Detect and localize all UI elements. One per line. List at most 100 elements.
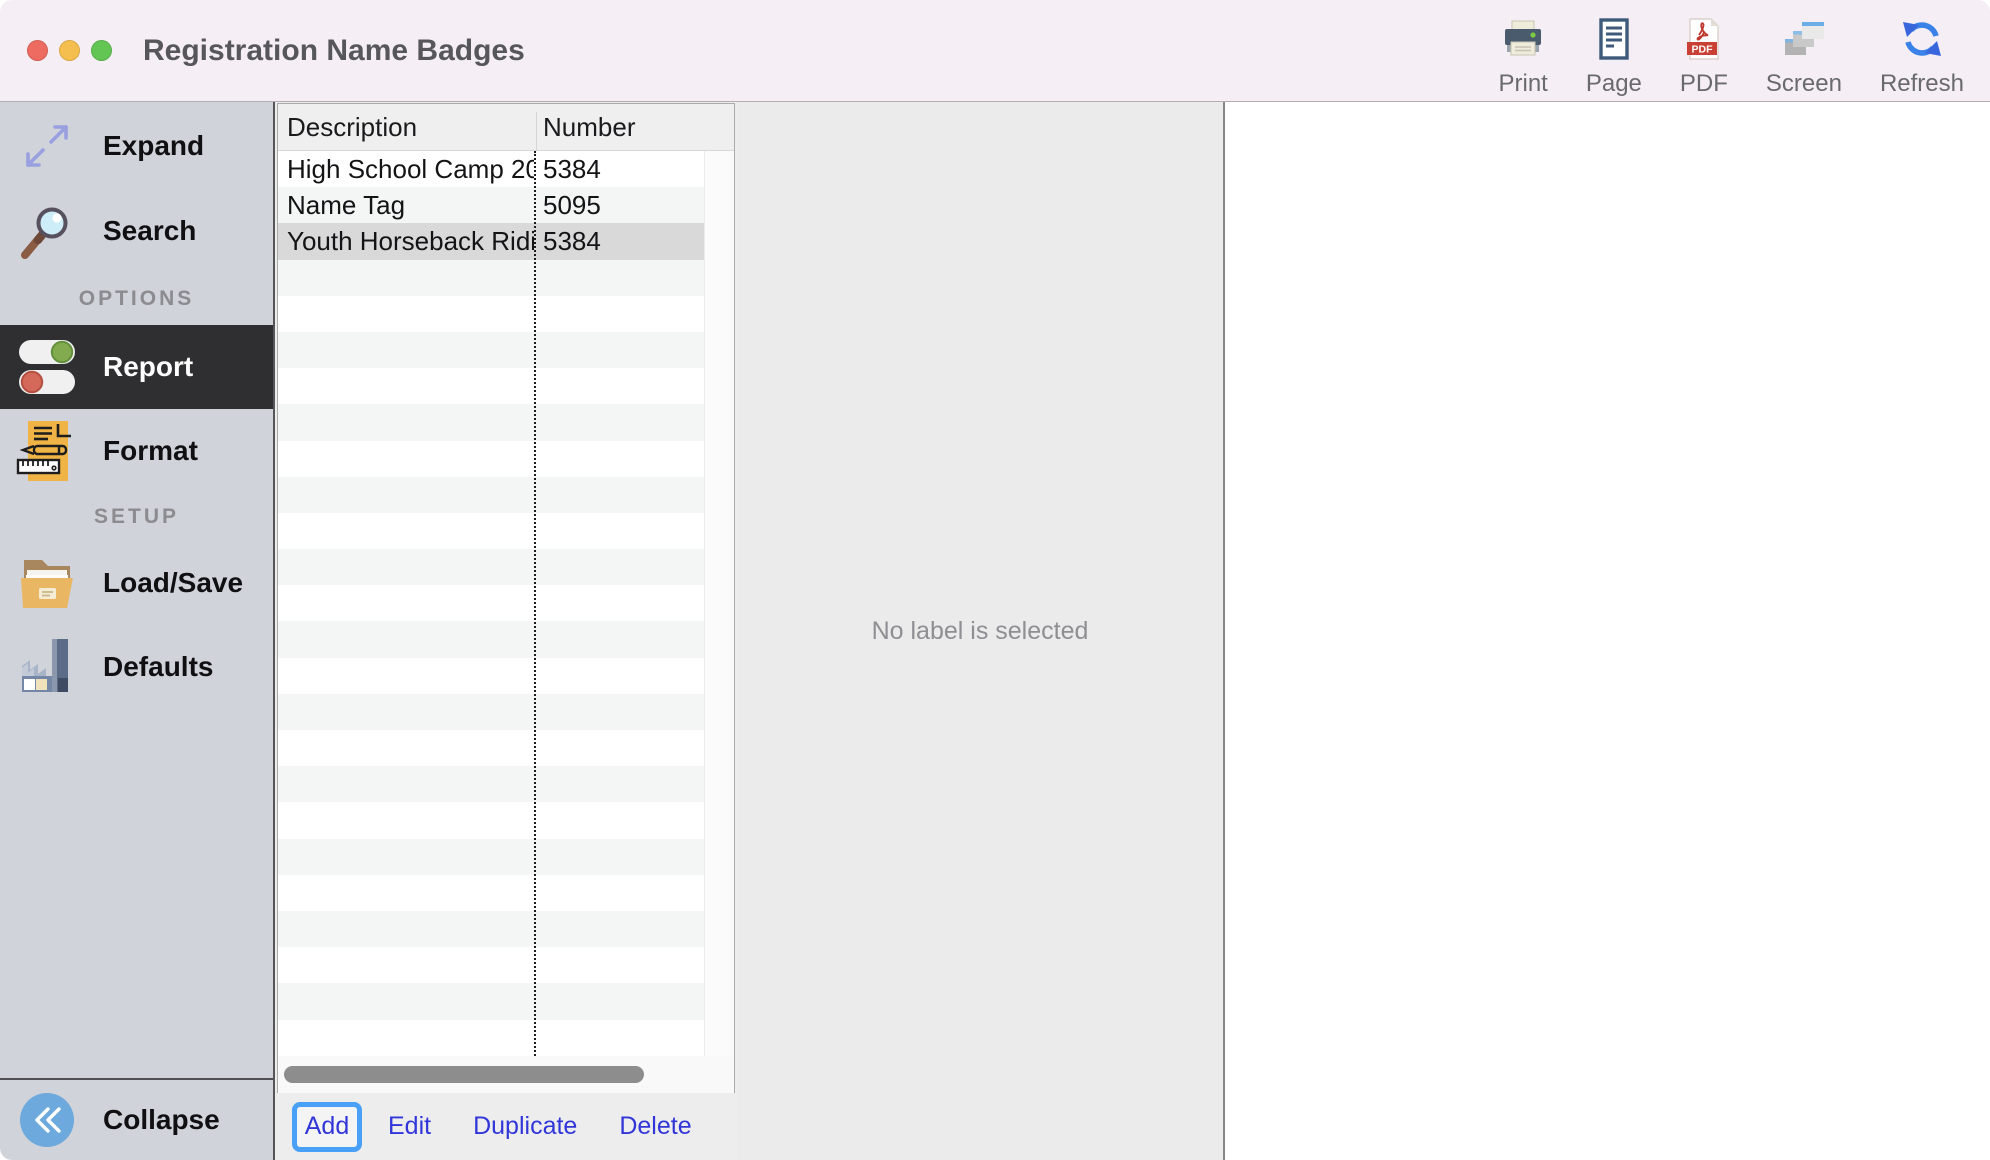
delete-button[interactable]: Delete bbox=[619, 1112, 691, 1141]
cell-number: 5384 bbox=[534, 226, 703, 257]
table-row[interactable] bbox=[278, 658, 704, 694]
print-button[interactable]: Print bbox=[1498, 0, 1547, 98]
sidebar-item-defaults[interactable]: Defaults bbox=[0, 625, 273, 709]
table-row[interactable]: Name Tag 5095 bbox=[278, 187, 704, 223]
horizontal-scrollbar-track[interactable] bbox=[278, 1056, 734, 1093]
table-row[interactable] bbox=[278, 875, 704, 911]
cell-description: Name Tag bbox=[278, 190, 534, 221]
table-row[interactable] bbox=[278, 983, 704, 1019]
zoom-button[interactable] bbox=[91, 40, 112, 61]
printer-icon bbox=[1500, 16, 1546, 67]
screen-button[interactable]: Screen bbox=[1766, 0, 1842, 98]
add-button-focus-ring: Add bbox=[292, 1102, 362, 1152]
traffic-lights bbox=[27, 40, 112, 61]
window-title: Registration Name Badges bbox=[143, 34, 525, 68]
table-row[interactable] bbox=[278, 766, 704, 802]
table-row[interactable] bbox=[278, 260, 704, 296]
table-row[interactable] bbox=[278, 332, 704, 368]
screen-label: Screen bbox=[1766, 70, 1842, 98]
label-list-header: Description Number bbox=[278, 104, 734, 151]
sidebar-section-setup: SETUP bbox=[0, 493, 273, 541]
folder-icon bbox=[14, 550, 80, 616]
table-row[interactable] bbox=[278, 441, 704, 477]
sidebar-item-format[interactable]: Format bbox=[0, 409, 273, 493]
preview-canvas bbox=[1225, 102, 1990, 1160]
table-row[interactable] bbox=[278, 621, 704, 657]
sidebar-spacer bbox=[0, 709, 273, 1078]
cell-number: 5095 bbox=[534, 190, 703, 221]
close-button[interactable] bbox=[27, 40, 48, 61]
format-ruler-pencil-icon bbox=[14, 418, 80, 484]
pdf-label: PDF bbox=[1680, 70, 1728, 98]
minimize-button[interactable] bbox=[59, 40, 80, 61]
empty-selection-message: No label is selected bbox=[872, 617, 1089, 646]
collapse-chevrons-icon bbox=[14, 1087, 80, 1153]
label-list-rows: High School Camp 20... 5384 Name Tag 509… bbox=[278, 151, 704, 1056]
cell-number: 5384 bbox=[534, 154, 703, 185]
table-row[interactable] bbox=[278, 911, 704, 947]
table-row[interactable] bbox=[278, 549, 704, 585]
table-row[interactable] bbox=[278, 477, 704, 513]
window-body: Expand Search OPTIONS bbox=[0, 102, 1990, 1160]
page-label: Page bbox=[1586, 70, 1642, 98]
column-header-description[interactable]: Description bbox=[278, 112, 534, 143]
sidebar-item-loadsave[interactable]: Load/Save bbox=[0, 541, 273, 625]
column-divider-dotted bbox=[534, 151, 536, 1056]
label-list-column: Description Number High School Camp 20..… bbox=[275, 102, 737, 1160]
defaults-chart-icon bbox=[14, 634, 80, 700]
sidebar-item-label: Collapse bbox=[103, 1104, 220, 1136]
report-toggles-icon bbox=[14, 334, 80, 400]
cell-description: Youth Horseback Ridi... bbox=[278, 226, 534, 257]
app-window: Registration Name Badges Print bbox=[0, 0, 1990, 1160]
sidebar-item-search[interactable]: Search bbox=[0, 189, 273, 273]
edit-button[interactable]: Edit bbox=[388, 1112, 431, 1141]
screen-windows-icon bbox=[1781, 16, 1827, 67]
table-row[interactable]: Youth Horseback Ridi... 5384 bbox=[278, 223, 704, 259]
column-header-number[interactable]: Number bbox=[534, 112, 703, 143]
cell-description: High School Camp 20... bbox=[278, 154, 534, 185]
duplicate-button[interactable]: Duplicate bbox=[473, 1112, 577, 1141]
table-row[interactable] bbox=[278, 296, 704, 332]
sidebar-item-label: Report bbox=[103, 351, 193, 383]
sidebar-section-options: OPTIONS bbox=[0, 273, 273, 325]
title-bar: Registration Name Badges Print bbox=[0, 0, 1990, 102]
print-label: Print bbox=[1498, 70, 1547, 98]
sidebar-item-label: Expand bbox=[103, 130, 204, 162]
page-icon bbox=[1591, 16, 1637, 67]
table-row[interactable] bbox=[278, 730, 704, 766]
refresh-button[interactable]: Refresh bbox=[1880, 0, 1964, 98]
pdf-button[interactable]: PDF PDF bbox=[1680, 0, 1728, 98]
sidebar-item-label: Search bbox=[103, 215, 196, 247]
table-row[interactable] bbox=[278, 694, 704, 730]
table-row[interactable] bbox=[278, 839, 704, 875]
pdf-icon: PDF bbox=[1681, 16, 1727, 67]
vertical-scrollbar-track[interactable] bbox=[704, 151, 734, 1056]
table-row[interactable] bbox=[278, 368, 704, 404]
refresh-icon bbox=[1899, 16, 1945, 67]
sidebar: Expand Search OPTIONS bbox=[0, 102, 273, 1160]
search-magnifier-icon bbox=[14, 198, 80, 264]
add-button[interactable]: Add bbox=[305, 1112, 349, 1141]
header-column-divider bbox=[536, 112, 537, 150]
preview-panel: No label is selected bbox=[737, 102, 1225, 1160]
sidebar-item-report[interactable]: Report bbox=[0, 325, 273, 409]
table-row[interactable] bbox=[278, 1020, 704, 1056]
expand-arrows-icon bbox=[14, 113, 80, 179]
horizontal-scrollbar-thumb[interactable] bbox=[284, 1066, 644, 1083]
table-row[interactable] bbox=[278, 585, 704, 621]
label-list-panel: Description Number High School Camp 20..… bbox=[277, 103, 735, 1094]
sidebar-item-label: Load/Save bbox=[103, 567, 243, 599]
svg-text:PDF: PDF bbox=[1691, 43, 1713, 55]
table-row[interactable] bbox=[278, 947, 704, 983]
sidebar-item-expand[interactable]: Expand bbox=[0, 103, 273, 189]
table-row[interactable] bbox=[278, 404, 704, 440]
sidebar-item-collapse[interactable]: Collapse bbox=[0, 1080, 273, 1160]
page-button[interactable]: Page bbox=[1586, 0, 1642, 98]
sidebar-item-label: Defaults bbox=[103, 651, 213, 683]
table-row[interactable] bbox=[278, 513, 704, 549]
refresh-label: Refresh bbox=[1880, 70, 1964, 98]
table-row[interactable]: High School Camp 20... 5384 bbox=[278, 151, 704, 187]
table-row[interactable] bbox=[278, 802, 704, 838]
toolbar: Print Page bbox=[1498, 0, 1964, 101]
list-button-bar: Add Edit Duplicate Delete bbox=[275, 1093, 737, 1160]
